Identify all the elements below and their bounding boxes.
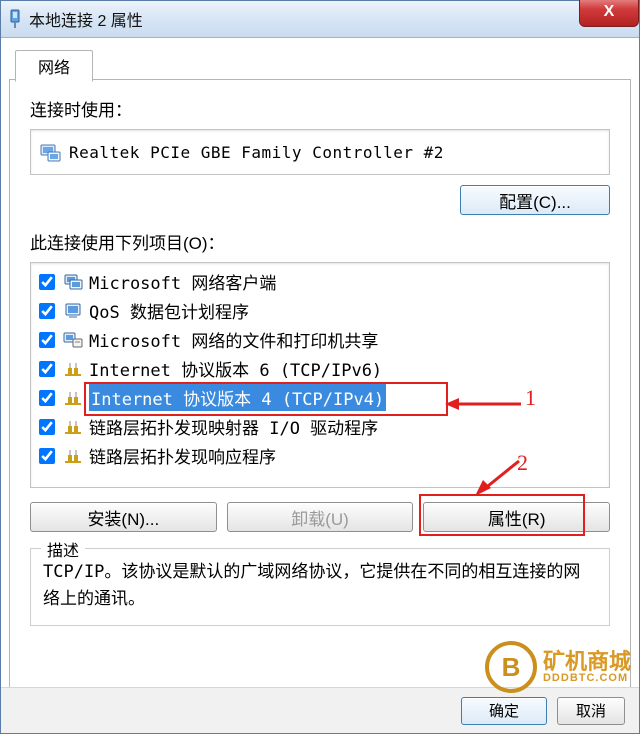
list-item-label: QoS 数据包计划程序 bbox=[89, 298, 249, 323]
network-adapter-icon bbox=[7, 9, 23, 29]
list-item[interactable]: Microsoft 网络的文件和打印机共享 bbox=[33, 325, 607, 354]
close-button[interactable]: X bbox=[579, 0, 639, 27]
list-item-checkbox[interactable] bbox=[39, 448, 55, 464]
tab-network[interactable]: 网络 bbox=[15, 50, 93, 82]
uninstall-button-label: 卸载(U) bbox=[291, 505, 349, 530]
tab-strip: 网络 bbox=[9, 46, 631, 80]
proto-icon bbox=[63, 417, 83, 437]
list-item-label: Internet 协议版本 6 (TCP/IPv6) bbox=[89, 356, 382, 381]
configure-button-label: 配置(C)... bbox=[499, 188, 571, 213]
dialog-window: 本地连接 2 属性 X 网络 连接时使用： bbox=[0, 0, 640, 734]
proto-icon bbox=[63, 388, 83, 408]
install-button-label: 安装(N)... bbox=[87, 505, 159, 530]
client-icon bbox=[63, 272, 83, 292]
adapter-icon bbox=[39, 141, 61, 163]
list-item[interactable]: QoS 数据包计划程序 bbox=[33, 296, 607, 325]
qos-icon bbox=[63, 301, 83, 321]
share-icon bbox=[63, 330, 83, 350]
ok-button[interactable]: 确定 bbox=[461, 697, 547, 725]
list-item-label: 链路层拓扑发现映射器 I/O 驱动程序 bbox=[89, 414, 378, 439]
list-item-label: Microsoft 网络客户端 bbox=[89, 269, 276, 294]
list-item-checkbox[interactable] bbox=[39, 390, 55, 406]
watermark-logo-icon: B bbox=[485, 641, 537, 693]
adapter-name: Realtek PCIe GBE Family Controller #2 bbox=[69, 143, 444, 162]
list-item[interactable]: Internet 协议版本 6 (TCP/IPv6) bbox=[33, 354, 607, 383]
cancel-button-label: 取消 bbox=[576, 700, 606, 721]
proto-icon bbox=[63, 446, 83, 466]
properties-button-label: 属性(R) bbox=[488, 505, 546, 530]
configure-button[interactable]: 配置(C)... bbox=[460, 185, 610, 215]
description-legend: 描述 bbox=[41, 537, 85, 561]
close-icon: X bbox=[604, 3, 615, 21]
ok-button-label: 确定 bbox=[489, 700, 519, 721]
watermark-sub: DDDBTC.COM bbox=[543, 673, 631, 685]
tab-divider bbox=[9, 79, 631, 80]
properties-button[interactable]: 属性(R) bbox=[423, 502, 610, 532]
list-item-checkbox[interactable] bbox=[39, 303, 55, 319]
client-area: 网络 连接时使用： Realtek PCIe GBE Family Contro… bbox=[1, 38, 639, 688]
watermark-text: 矿机商城 DDDBTC.COM bbox=[543, 650, 631, 685]
tab-network-label: 网络 bbox=[38, 54, 70, 78]
watermark-main: 矿机商城 bbox=[543, 650, 631, 673]
titlebar: 本地连接 2 属性 X bbox=[1, 1, 639, 38]
window-title: 本地连接 2 属性 bbox=[29, 7, 143, 31]
description-text: TCP/IP。该协议是默认的广域网络协议，它提供在不同的相互连接的网络上的通讯。 bbox=[43, 559, 597, 613]
items-label: 此连接使用下列项目(O)： bbox=[30, 229, 610, 254]
list-item-label: 链路层拓扑发现响应程序 bbox=[89, 443, 276, 468]
watermark: B 矿机商城 DDDBTC.COM bbox=[485, 641, 631, 693]
description-group: 描述 TCP/IP。该协议是默认的广域网络协议，它提供在不同的相互连接的网络上的… bbox=[30, 548, 610, 626]
connect-using-label: 连接时使用： bbox=[30, 96, 610, 121]
uninstall-button: 卸载(U) bbox=[227, 502, 414, 532]
list-item[interactable]: Internet 协议版本 4 (TCP/IPv4) bbox=[33, 383, 607, 412]
proto-icon bbox=[63, 359, 83, 379]
list-item[interactable]: Microsoft 网络客户端 bbox=[33, 267, 607, 296]
cancel-button[interactable]: 取消 bbox=[557, 697, 625, 725]
list-item-label: Microsoft 网络的文件和打印机共享 bbox=[89, 327, 378, 352]
list-item[interactable]: 链路层拓扑发现映射器 I/O 驱动程序 bbox=[33, 412, 607, 441]
adapter-field: Realtek PCIe GBE Family Controller #2 bbox=[30, 129, 610, 175]
tab-page-network: 连接时使用： Realtek PCIe GBE Family Controlle… bbox=[9, 80, 631, 688]
list-item-checkbox[interactable] bbox=[39, 361, 55, 377]
list-item-label: Internet 协议版本 4 (TCP/IPv4) bbox=[89, 384, 386, 411]
item-buttons-row: 安装(N)... 卸载(U) 属性(R) bbox=[30, 502, 610, 532]
annotation-label-1: 1 bbox=[525, 385, 536, 411]
annotation-label-2: 2 bbox=[517, 450, 528, 476]
list-item-checkbox[interactable] bbox=[39, 332, 55, 348]
list-item-checkbox[interactable] bbox=[39, 419, 55, 435]
list-item-checkbox[interactable] bbox=[39, 274, 55, 290]
dialog-button-bar: 确定 取消 bbox=[1, 687, 639, 733]
install-button[interactable]: 安装(N)... bbox=[30, 502, 217, 532]
